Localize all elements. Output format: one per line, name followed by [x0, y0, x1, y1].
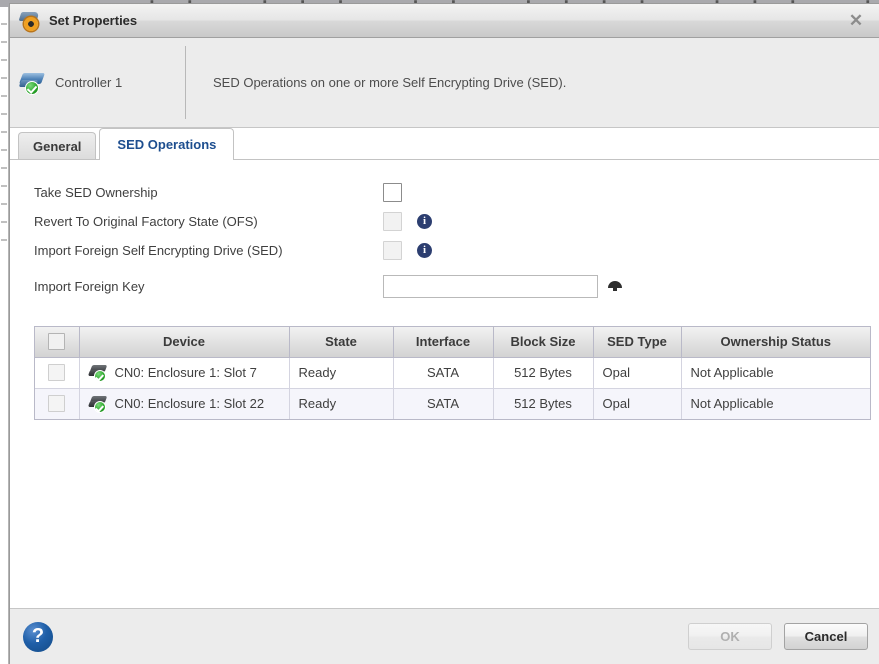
cancel-button[interactable]: Cancel	[784, 623, 868, 650]
dialog-title: Set Properties	[49, 13, 137, 28]
cell-state: Ready	[289, 388, 393, 419]
set-properties-dialog: Set Properties ✕ Controller 1 SED Operat…	[9, 3, 879, 664]
cell-sed-type: Opal	[593, 357, 681, 388]
cell-ownership-status: Not Applicable	[681, 388, 870, 419]
sed-drive-table: Device State Interface Block Size SED Ty…	[34, 326, 871, 420]
ok-button[interactable]: OK	[688, 623, 772, 650]
cell-sed-type: Opal	[593, 388, 681, 419]
table-header-row: Device State Interface Block Size SED Ty…	[35, 327, 870, 357]
show-key-icon[interactable]	[608, 279, 622, 293]
header-device: Controller 1	[10, 71, 185, 95]
column-header-block-size[interactable]: Block Size	[493, 327, 593, 357]
label-import-foreign-key: Import Foreign Key	[34, 279, 383, 294]
checkbox-row-select[interactable]	[48, 395, 65, 412]
label-revert-to-ofs: Revert To Original Factory State (OFS)	[34, 214, 383, 229]
checkbox-import-foreign-sed[interactable]	[383, 241, 402, 260]
cell-device: CN0: Enclosure 1: Slot 22	[79, 388, 289, 419]
header-device-label: Controller 1	[55, 75, 122, 90]
label-take-sed-ownership: Take SED Ownership	[34, 185, 383, 200]
import-foreign-key-input[interactable]	[383, 275, 598, 298]
column-header-select-all	[35, 327, 79, 357]
tab-panel-sed-operations: Take SED Ownership Revert To Original Fa…	[10, 160, 879, 608]
settings-gear-icon	[20, 10, 42, 32]
label-import-foreign-sed: Import Foreign Self Encrypting Drive (SE…	[34, 243, 383, 258]
dialog-titlebar: Set Properties ✕	[10, 4, 879, 38]
dialog-footer: ? OK Cancel	[10, 608, 879, 664]
checkbox-select-all[interactable]	[48, 333, 65, 350]
row-revert-to-ofs: Revert To Original Factory State (OFS) i	[34, 207, 879, 236]
tab-bar: General SED Operations	[10, 128, 879, 160]
dialog-header: Controller 1 SED Operations on one or mo…	[10, 38, 879, 128]
cell-ownership-status: Not Applicable	[681, 357, 870, 388]
background-tree-panel	[0, 7, 9, 664]
info-icon-import-foreign-sed[interactable]: i	[417, 243, 432, 258]
cell-interface: SATA	[393, 357, 493, 388]
cell-device-label: CN0: Enclosure 1: Slot 22	[115, 396, 265, 411]
cell-device: CN0: Enclosure 1: Slot 7	[79, 357, 289, 388]
table-row[interactable]: CN0: Enclosure 1: Slot 7 Ready SATA 512 …	[35, 357, 870, 388]
column-header-interface[interactable]: Interface	[393, 327, 493, 357]
row-select-cell	[35, 388, 79, 419]
cell-interface: SATA	[393, 388, 493, 419]
column-header-ownership-status[interactable]: Ownership Status	[681, 327, 870, 357]
cell-state: Ready	[289, 357, 393, 388]
checkbox-row-select[interactable]	[48, 364, 65, 381]
sed-operations-form: Take SED Ownership Revert To Original Fa…	[10, 178, 879, 304]
help-icon[interactable]: ?	[23, 622, 53, 652]
column-header-state[interactable]: State	[289, 327, 393, 357]
disk-ok-icon	[89, 395, 108, 413]
row-select-cell	[35, 357, 79, 388]
cell-block-size: 512 Bytes	[493, 357, 593, 388]
column-header-device[interactable]: Device	[79, 327, 289, 357]
close-icon[interactable]: ✕	[833, 4, 879, 37]
row-take-sed-ownership: Take SED Ownership	[34, 178, 879, 207]
row-import-foreign-key: Import Foreign Key	[34, 268, 879, 304]
checkbox-take-sed-ownership[interactable]	[383, 183, 402, 202]
disk-ok-icon	[89, 364, 108, 382]
row-import-foreign-sed: Import Foreign Self Encrypting Drive (SE…	[34, 236, 879, 265]
table-row[interactable]: CN0: Enclosure 1: Slot 22 Ready SATA 512…	[35, 388, 870, 419]
cell-block-size: 512 Bytes	[493, 388, 593, 419]
cell-device-label: CN0: Enclosure 1: Slot 7	[115, 365, 257, 380]
tab-sed-operations[interactable]: SED Operations	[99, 128, 234, 160]
column-header-sed-type[interactable]: SED Type	[593, 327, 681, 357]
controller-ok-icon	[20, 71, 46, 95]
checkbox-revert-to-ofs[interactable]	[383, 212, 402, 231]
info-icon-revert-to-ofs[interactable]: i	[417, 214, 432, 229]
tab-general[interactable]: General	[18, 132, 96, 159]
header-description: SED Operations on one or more Self Encry…	[186, 75, 879, 90]
